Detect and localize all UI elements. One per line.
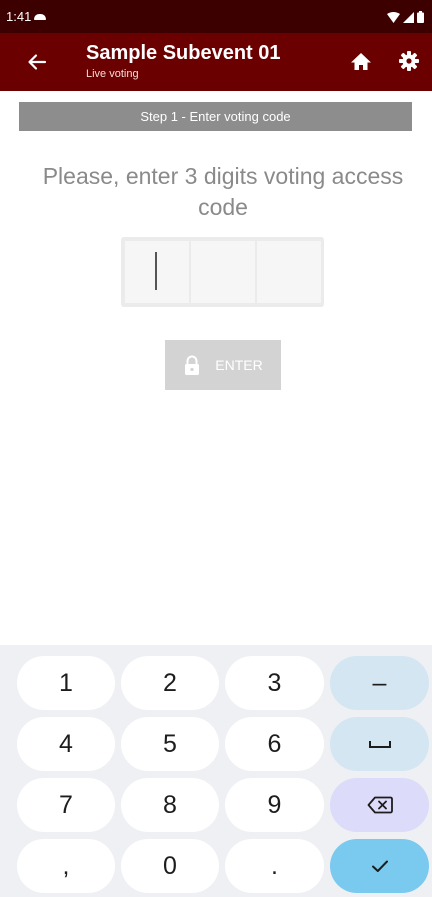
code-digit-1[interactable] xyxy=(125,241,189,303)
enter-button[interactable]: ENTER xyxy=(165,340,281,390)
key-minus[interactable]: – xyxy=(330,656,429,710)
back-button[interactable] xyxy=(22,47,52,77)
key-space[interactable] xyxy=(330,717,429,771)
lock-icon xyxy=(185,355,200,375)
enter-button-label: ENTER xyxy=(215,357,263,373)
gear-icon xyxy=(399,51,419,71)
back-arrow-icon xyxy=(28,54,47,70)
status-bar: 1:41 xyxy=(0,0,432,33)
key-comma[interactable]: , xyxy=(17,839,115,893)
space-bar-icon xyxy=(368,741,391,748)
text-cursor xyxy=(155,252,157,290)
key-7[interactable]: 7 xyxy=(17,778,115,832)
key-8[interactable]: 8 xyxy=(121,778,219,832)
home-icon xyxy=(351,53,371,70)
checkmark-icon xyxy=(371,860,388,872)
backspace-icon xyxy=(367,796,393,814)
app-bar: Sample Subevent 01 Live voting xyxy=(0,33,432,91)
instruction-text: Please, enter 3 digits voting access cod… xyxy=(42,163,404,220)
key-done[interactable] xyxy=(330,839,429,893)
phone-screen: 1:41 Sample Subevent 01 Live voting Step… xyxy=(0,0,432,897)
cloud-icon xyxy=(34,14,46,20)
key-6[interactable]: 6 xyxy=(225,717,324,771)
wifi-icon xyxy=(387,11,400,23)
home-button[interactable] xyxy=(347,48,375,76)
screen-subtitle: Live voting xyxy=(86,68,139,80)
key-3[interactable]: 3 xyxy=(225,656,324,710)
code-digit-3[interactable] xyxy=(257,241,321,303)
key-2[interactable]: 2 xyxy=(121,656,219,710)
key-5[interactable]: 5 xyxy=(121,717,219,771)
key-9[interactable]: 9 xyxy=(225,778,324,832)
code-input xyxy=(121,237,324,307)
settings-button[interactable] xyxy=(395,47,423,75)
step-banner: Step 1 - Enter voting code xyxy=(19,102,412,131)
status-time: 1:41 xyxy=(6,9,32,24)
key-1[interactable]: 1 xyxy=(17,656,115,710)
screen-title: Sample Subevent 01 xyxy=(86,42,281,64)
key-backspace[interactable] xyxy=(330,778,429,832)
battery-icon xyxy=(417,11,424,23)
key-0[interactable]: 0 xyxy=(121,839,219,893)
signal-icon xyxy=(403,11,414,23)
numeric-keyboard: 1 2 3 – 4 5 6 7 8 9 , 0 . xyxy=(0,645,432,897)
code-digit-2[interactable] xyxy=(191,241,255,303)
key-period[interactable]: . xyxy=(225,839,324,893)
status-icons xyxy=(387,11,424,23)
key-4[interactable]: 4 xyxy=(17,717,115,771)
